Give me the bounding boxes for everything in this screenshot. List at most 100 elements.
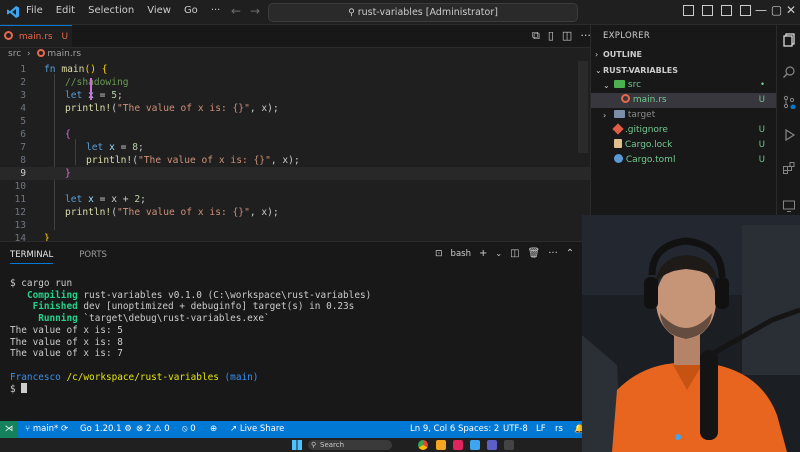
explorer-title: EXPLORER <box>603 31 651 41</box>
app-icon[interactable] <box>504 440 514 450</box>
window-controls[interactable]: — ▢ ✕ <box>755 3 796 17</box>
ports-count: 0 <box>190 424 196 434</box>
breadcrumb-src[interactable]: src <box>8 49 21 59</box>
vscode-taskbar-icon[interactable] <box>470 440 480 450</box>
run-debug-icon[interactable] <box>782 128 796 142</box>
split-editor-icon[interactable]: ◫ <box>562 29 572 43</box>
project-section[interactable]: ⌄ RUST-VARIABLES <box>591 63 777 78</box>
tree-item-badge: U <box>758 95 765 105</box>
terminal-shell-label[interactable]: bash <box>451 249 471 259</box>
remote-icon[interactable]: ⋊ <box>0 421 18 438</box>
branch-icon: ⑂ <box>25 424 31 434</box>
chevron-down-icon[interactable]: ⌄ <box>495 249 502 258</box>
app-icon[interactable] <box>453 440 463 450</box>
maximize-panel-icon[interactable]: ⌃ <box>566 248 574 259</box>
menu-edit[interactable]: Edit <box>56 5 75 16</box>
error-icon: ⊗ <box>136 424 144 434</box>
explorer-files-icon[interactable] <box>782 33 796 47</box>
tree-item-label: main.rs <box>632 95 667 105</box>
tree-item-badge: U <box>758 125 765 135</box>
remote-explorer-icon[interactable] <box>782 199 796 213</box>
line-number: 9 <box>20 168 26 179</box>
menu-file[interactable]: File <box>26 5 43 16</box>
panel-actions: ⊡ bash + ⌄ ◫ 🗑 ··· ⌃ ✕ <box>435 248 591 259</box>
branch-label: main* <box>32 424 59 434</box>
branch-status[interactable]: ⑂ main* ⟳ <box>25 421 68 438</box>
tab-main-rs[interactable]: main.rs U <box>0 25 72 47</box>
tree-item-gitignore[interactable]: .gitignore U <box>591 123 777 138</box>
language-mode[interactable]: rs <box>555 421 563 438</box>
menu-go[interactable]: Go <box>184 5 198 16</box>
terminal-output[interactable]: $ cargo run Compiling rust-variables v0.… <box>10 278 371 396</box>
split-terminal-icon[interactable]: ◫ <box>510 248 519 259</box>
string: "The value of x is: {}" <box>138 155 271 166</box>
chrome-icon[interactable] <box>418 440 428 450</box>
tree-item-main-rs[interactable]: main.rs U <box>591 93 777 108</box>
bell-icon[interactable]: ⊕ <box>210 421 217 438</box>
keyword-let: let <box>65 194 83 205</box>
trash-icon[interactable]: 🗑 <box>528 248 541 259</box>
scrollbar[interactable] <box>578 61 588 153</box>
compare-changes-icon[interactable]: ⧉ <box>532 29 540 43</box>
app-icon[interactable] <box>487 440 497 450</box>
toggle-sidebar-icon[interactable] <box>683 5 694 16</box>
tree-item-label: src <box>627 80 642 90</box>
open-preview-icon[interactable]: ▯ <box>548 29 554 43</box>
windows-start-icon[interactable] <box>292 440 302 450</box>
outline-label: OUTLINE <box>603 50 642 59</box>
block-open: { <box>65 129 71 140</box>
problems-status[interactable]: ⊗ 2 ⚠ 0 <box>136 421 170 438</box>
function-open: () { <box>84 64 108 75</box>
prompt-branch: (main) <box>224 371 259 383</box>
taskbar-search[interactable]: ⚲ Search <box>308 440 392 450</box>
ports-status[interactable]: ⦸ 0 <box>182 421 196 438</box>
tree-item-target[interactable]: › target <box>591 108 777 123</box>
toggle-secondary-sidebar-icon[interactable] <box>721 5 732 16</box>
code-editor[interactable]: 1 fn main() { 2 //shadowing 3 let x = 5;… <box>0 61 590 241</box>
compiling-text: rust-variables v0.1.0 (C:\workspace\rust… <box>83 289 372 301</box>
more-actions-icon[interactable]: ··· <box>548 248 558 259</box>
line-number: 11 <box>14 194 26 205</box>
terminal-icon: ⊡ <box>435 248 443 259</box>
finished-text: dev [unoptimized + debuginfo] target(s) … <box>83 301 355 313</box>
forward-arrow-icon[interactable]: → <box>250 4 260 18</box>
line-number: 12 <box>14 207 26 218</box>
editor-actions: ⧉ ▯ ◫ ··· <box>532 29 591 43</box>
customize-layout-icon[interactable] <box>740 5 751 16</box>
tree-item-cargo-lock[interactable]: Cargo.lock U <box>591 138 777 153</box>
tree-item-src[interactable]: ⌄ src • <box>591 78 777 93</box>
command-center-search[interactable]: ⚲ rust-variables [Administrator] <box>268 3 578 22</box>
extensions-icon[interactable] <box>782 161 796 175</box>
outline-section[interactable]: › OUTLINE <box>591 47 777 62</box>
terminal-cursor <box>21 383 28 394</box>
args: , x); <box>270 155 300 166</box>
new-terminal-icon[interactable]: + <box>479 248 487 259</box>
code-line: 10 <box>0 180 590 193</box>
function-name: main <box>61 64 85 75</box>
indentation[interactable]: Spaces: 2 <box>458 421 499 438</box>
live-share[interactable]: ↗ Live Share <box>230 421 284 438</box>
toggle-panel-icon[interactable] <box>702 5 713 16</box>
code-line: 5 <box>0 115 590 128</box>
search-icon: ⚲ <box>311 441 317 449</box>
cursor-position[interactable]: Ln 9, Col 6 <box>410 421 455 438</box>
code-line: 13 <box>0 219 590 232</box>
output-line: The value of x is: 8 <box>10 336 123 348</box>
line-number: 1 <box>20 64 26 75</box>
tree-item-cargo-toml[interactable]: Cargo.toml U <box>591 153 777 168</box>
live-share-label: Live Share <box>239 424 285 434</box>
breadcrumb-main-rs[interactable]: main.rs <box>47 49 81 59</box>
menu-selection[interactable]: Selection <box>88 5 134 16</box>
search-icon[interactable] <box>782 65 796 79</box>
code-line: 11 let x = x + 2; <box>0 193 590 206</box>
tab-terminal[interactable]: TERMINAL <box>10 250 54 264</box>
tab-ports[interactable]: PORTS <box>79 250 107 264</box>
menu-more[interactable]: ··· <box>211 5 221 16</box>
app-icon[interactable] <box>436 440 446 450</box>
menu-view[interactable]: View <box>147 5 171 16</box>
go-version[interactable]: Go 1.20.1 ⚙ <box>80 421 132 438</box>
encoding[interactable]: UTF-8 <box>503 421 528 438</box>
end-of-line[interactable]: LF <box>536 421 546 438</box>
source-control-icon[interactable] <box>782 95 796 109</box>
back-arrow-icon[interactable]: ← <box>231 4 241 18</box>
